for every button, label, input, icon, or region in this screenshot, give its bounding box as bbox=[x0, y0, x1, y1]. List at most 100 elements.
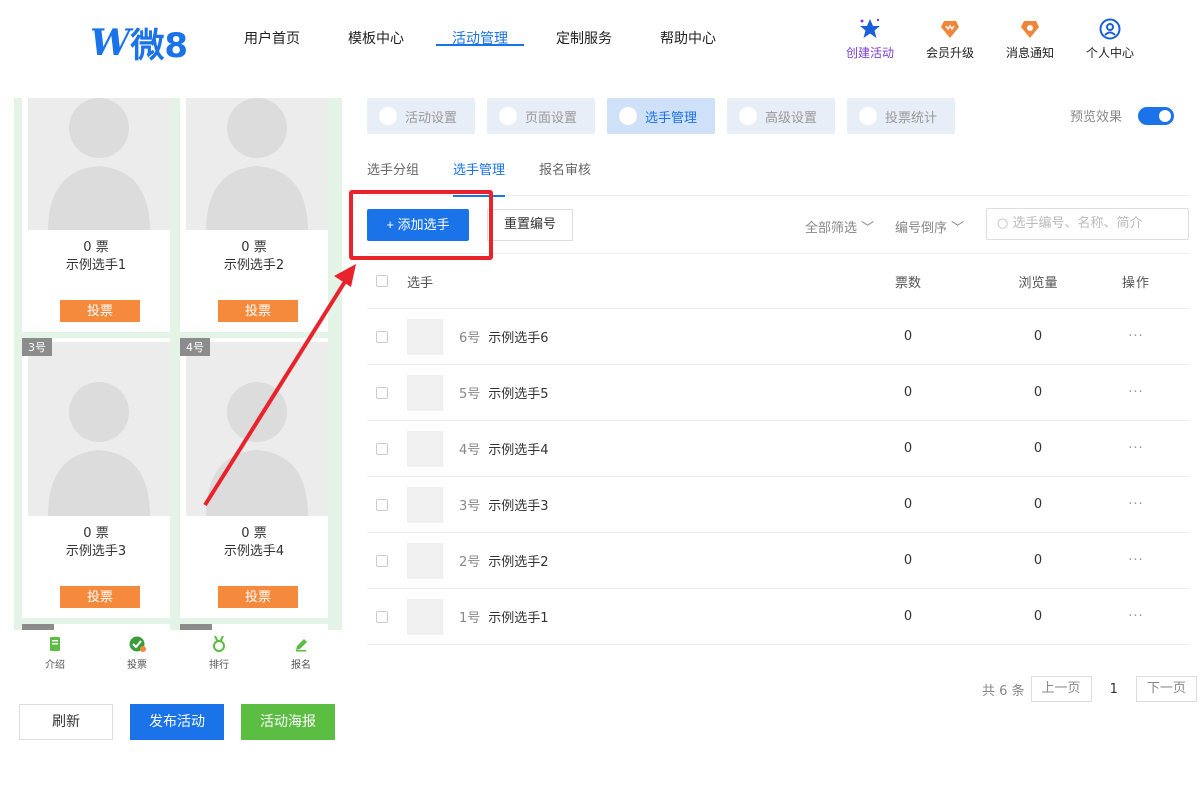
preview-actions: 刷新 发布活动 活动海报 bbox=[19, 704, 335, 740]
more-actions-icon[interactable]: ··· bbox=[1083, 553, 1189, 568]
contestant-card: 3号 0 票 示例选手3 投票 bbox=[22, 338, 170, 618]
nav-item-custom[interactable]: 定制服务 bbox=[532, 0, 636, 62]
player-thumbnail bbox=[407, 318, 443, 355]
player-votes: 0 bbox=[903, 329, 913, 344]
current-page[interactable]: 1 bbox=[1110, 682, 1118, 697]
player-number: 3号 bbox=[459, 499, 481, 514]
tab-signup-review[interactable]: 报名审核 bbox=[539, 160, 591, 195]
preview-tab-ranking[interactable]: 排行 bbox=[178, 630, 260, 676]
reset-number-button[interactable]: 重置编号 bbox=[487, 209, 573, 241]
preview-toggle-label: 预览效果 bbox=[1070, 110, 1123, 125]
player-number: 5号 bbox=[459, 387, 481, 402]
vote-button[interactable]: 投票 bbox=[60, 586, 140, 608]
percent-icon bbox=[739, 107, 757, 125]
next-page-button[interactable]: 下一页 bbox=[1135, 676, 1197, 702]
row-checkbox[interactable] bbox=[376, 554, 388, 567]
bell-badge-icon bbox=[990, 18, 1070, 40]
contestant-card: 0 票 示例选手2 投票 bbox=[180, 98, 328, 332]
star-icon bbox=[830, 18, 910, 40]
nav-item-templates[interactable]: 模板中心 bbox=[324, 0, 428, 62]
person-icon bbox=[619, 107, 637, 125]
preview-scroll-area[interactable]: 0 票 示例选手1 投票 0 票 示例选手2 投票 3号 0 票 示例选手3 投… bbox=[14, 98, 342, 630]
preview-tab-label: 报名 bbox=[291, 660, 311, 671]
header-actions: 创建活动 会员升级 消息通知 个人中心 bbox=[830, 18, 1150, 61]
preview-tab-vote[interactable]: 投票 bbox=[96, 630, 178, 676]
step-advanced-settings[interactable]: 高级设置 bbox=[727, 98, 835, 134]
step-vote-stats[interactable]: 投票统计 bbox=[847, 98, 955, 134]
activity-poster-button[interactable]: 活动海报 bbox=[241, 704, 335, 740]
player-views: 0 bbox=[1033, 329, 1043, 344]
brand-logo[interactable]: W 微8 bbox=[90, 18, 188, 67]
notifications-button[interactable]: 消息通知 bbox=[990, 18, 1070, 61]
search-icon: ○ bbox=[997, 216, 1013, 231]
row-checkbox[interactable] bbox=[376, 442, 388, 455]
contestant-card: 4号 0 票 示例选手4 投票 bbox=[180, 338, 328, 618]
more-actions-icon[interactable]: ··· bbox=[1083, 385, 1189, 400]
header-player: 选手 bbox=[407, 275, 434, 291]
sort-dropdown[interactable]: 编号倒序 ﹀ bbox=[895, 217, 964, 236]
nav-item-help[interactable]: 帮助中心 bbox=[636, 0, 740, 62]
row-checkbox[interactable] bbox=[376, 330, 388, 343]
contestant-number-badge: 3号 bbox=[22, 338, 52, 356]
chart-icon bbox=[859, 107, 877, 125]
more-actions-icon[interactable]: ··· bbox=[1083, 441, 1189, 456]
contestant-photo bbox=[186, 342, 328, 516]
player-thumbnail bbox=[407, 542, 443, 579]
step-activity-settings[interactable]: 活动设置 bbox=[367, 98, 475, 134]
contestant-photo bbox=[186, 98, 328, 230]
player-number: 4号 bbox=[459, 443, 481, 458]
contestant-name: 示例选手3 bbox=[65, 544, 127, 559]
table-row: 3号 示例选手3 0 0 ··· bbox=[367, 477, 1189, 533]
vote-button[interactable]: 投票 bbox=[60, 300, 140, 322]
search-placeholder: 选手编号、名称、简介 bbox=[1012, 216, 1143, 231]
user-circle-icon bbox=[1070, 18, 1150, 40]
vip-upgrade-button[interactable]: 会员升级 bbox=[910, 18, 990, 61]
vote-button[interactable]: 投票 bbox=[218, 586, 298, 608]
player-thumbnail bbox=[407, 430, 443, 467]
player-votes: 0 bbox=[903, 497, 913, 512]
player-thumbnail bbox=[407, 374, 443, 411]
more-actions-icon[interactable]: ··· bbox=[1083, 497, 1189, 512]
nav-item-home[interactable]: 用户首页 bbox=[220, 0, 324, 62]
contestant-votes: 0 票 bbox=[241, 526, 267, 541]
avatar-placeholder-icon bbox=[186, 98, 328, 230]
more-actions-icon[interactable]: ··· bbox=[1083, 329, 1189, 344]
vip-badge-icon bbox=[910, 18, 990, 40]
preview-toggle: 预览效果 bbox=[1070, 106, 1175, 125]
heart-icon bbox=[379, 107, 397, 125]
contestant-photo bbox=[28, 342, 170, 516]
preview-tab-intro[interactable]: 介绍 bbox=[14, 630, 96, 676]
row-checkbox[interactable] bbox=[376, 386, 388, 399]
logo-letter: W bbox=[90, 21, 130, 64]
player-thumbnail bbox=[407, 598, 443, 635]
filter-all-dropdown[interactable]: 全部筛选 ﹀ bbox=[805, 217, 874, 236]
header-views: 浏览量 bbox=[1018, 275, 1058, 291]
vote-button[interactable]: 投票 bbox=[218, 300, 298, 322]
player-votes: 0 bbox=[903, 609, 913, 624]
player-votes: 0 bbox=[903, 553, 913, 568]
step-page-settings[interactable]: 页面设置 bbox=[487, 98, 595, 134]
create-activity-button[interactable]: 创建活动 bbox=[830, 18, 910, 61]
preview-switch[interactable] bbox=[1138, 106, 1175, 125]
contestant-number-badge: 4号 bbox=[180, 338, 210, 356]
nav-item-activities[interactable]: 活动管理 bbox=[428, 0, 532, 62]
prev-page-button[interactable]: 上一页 bbox=[1030, 676, 1092, 702]
step-player-management[interactable]: 选手管理 bbox=[607, 98, 715, 134]
create-activity-label: 创建活动 bbox=[845, 46, 894, 60]
player-name: 示例选手3 bbox=[488, 499, 549, 514]
main-nav: 用户首页 模板中心 活动管理 定制服务 帮助中心 bbox=[220, 0, 740, 62]
search-input[interactable]: ○ 选手编号、名称、简介 bbox=[986, 208, 1189, 240]
contestant-name: 示例选手2 bbox=[223, 258, 285, 273]
row-checkbox[interactable] bbox=[376, 610, 388, 623]
publish-activity-button[interactable]: 发布活动 bbox=[130, 704, 224, 740]
profile-button[interactable]: 个人中心 bbox=[1070, 18, 1150, 61]
preview-tab-label: 投票 bbox=[127, 660, 147, 671]
more-actions-icon[interactable]: ··· bbox=[1083, 609, 1189, 624]
vote-icon bbox=[96, 636, 178, 652]
preview-tab-signup[interactable]: 报名 bbox=[260, 630, 342, 676]
player-name: 示例选手1 bbox=[488, 611, 549, 626]
top-header: W 微8 用户首页 模板中心 活动管理 定制服务 帮助中心 创建活动 会员升级 … bbox=[0, 0, 1200, 78]
refresh-button[interactable]: 刷新 bbox=[19, 704, 113, 740]
select-all-checkbox[interactable] bbox=[376, 275, 388, 287]
row-checkbox[interactable] bbox=[376, 498, 388, 511]
